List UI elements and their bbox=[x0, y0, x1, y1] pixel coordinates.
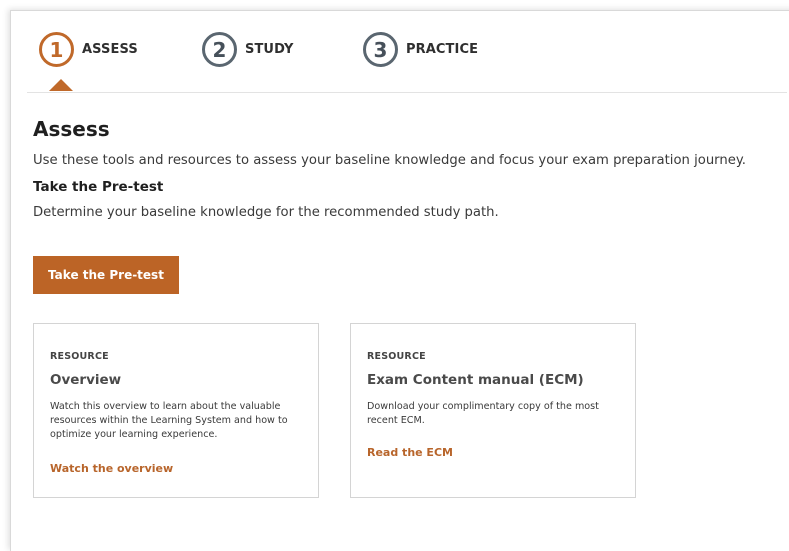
step-navigation: 1 ASSESS 2 STUDY 3 PRACTICE bbox=[27, 12, 787, 93]
step-label: ASSESS bbox=[82, 42, 138, 57]
section-subtitle: Take the Pre-test bbox=[33, 179, 164, 195]
step-label: PRACTICE bbox=[406, 42, 479, 57]
step-label: STUDY bbox=[245, 42, 294, 57]
step-assess[interactable]: 1 ASSESS bbox=[39, 32, 138, 67]
card-kicker: RESOURCE bbox=[367, 351, 426, 362]
card-title: Exam Content manual (ECM) bbox=[367, 372, 584, 388]
card-description: Watch this overview to learn about the v… bbox=[50, 401, 288, 440]
take-pretest-button[interactable]: Take the Pre-test bbox=[33, 256, 179, 294]
step-practice[interactable]: 3 PRACTICE bbox=[363, 32, 478, 67]
section-description: Determine your baseline knowledge for th… bbox=[33, 205, 499, 220]
resource-card-overview: RESOURCE Overview Watch this overview to… bbox=[33, 323, 319, 498]
page-title: Assess bbox=[33, 117, 110, 141]
step-number-badge: 1 bbox=[39, 32, 74, 67]
intro-text: Use these tools and resources to assess … bbox=[33, 153, 746, 168]
step-number-badge: 2 bbox=[202, 32, 237, 67]
card-title: Overview bbox=[50, 372, 122, 388]
read-ecm-link[interactable]: Read the ECM bbox=[367, 446, 453, 459]
step-number-badge: 3 bbox=[363, 32, 398, 67]
card-description: Download your complimentary copy of the … bbox=[367, 401, 599, 426]
active-step-pointer-icon bbox=[49, 79, 73, 91]
step-study[interactable]: 2 STUDY bbox=[202, 32, 294, 67]
resource-card-ecm: RESOURCE Exam Content manual (ECM) Downl… bbox=[350, 323, 636, 498]
watch-overview-link[interactable]: Watch the overview bbox=[50, 462, 173, 475]
card-kicker: RESOURCE bbox=[50, 351, 109, 362]
